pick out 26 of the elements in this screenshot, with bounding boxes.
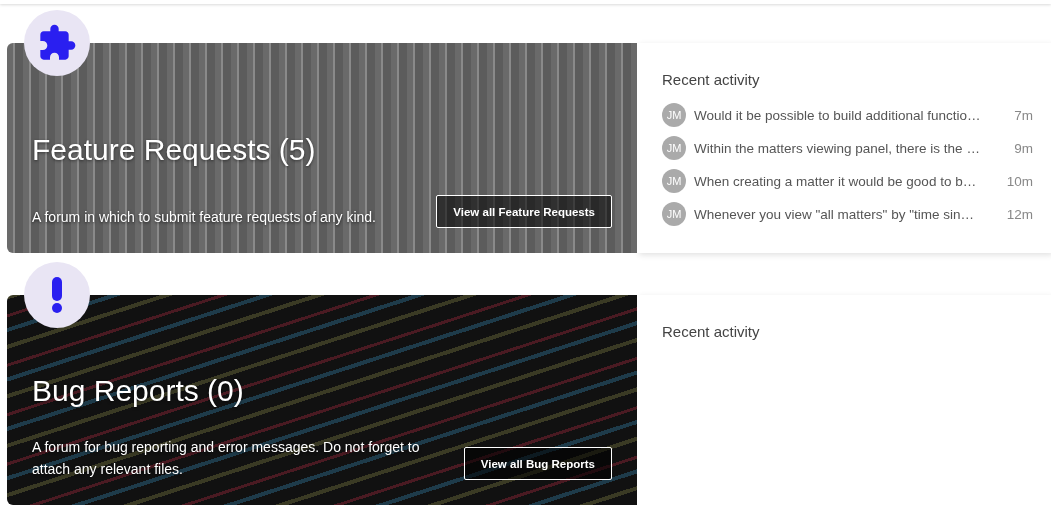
activity-time: 7m (1014, 107, 1033, 123)
activity-time: 9m (1014, 140, 1033, 156)
recent-activity-heading: Recent activity (662, 323, 761, 340)
avatar-initials: JM (662, 202, 686, 226)
forum-title: Feature Requests (5) (32, 132, 317, 168)
forum-title: Bug Reports (0) (32, 373, 245, 409)
avatar-initials: JM (662, 169, 686, 193)
exclamation-icon (50, 277, 64, 313)
activity-text: Within the matters viewing panel, there is the … (694, 140, 981, 156)
activity-text: Would it be possible to build additional functio… (694, 107, 982, 123)
recent-activity-heading: Recent activity (662, 71, 761, 88)
forum-description: A forum in which to submit feature requests of any kind. (32, 208, 376, 227)
view-all-button[interactable]: View all Feature Requests (436, 195, 612, 228)
view-all-button[interactable]: View all Bug Reports (463, 447, 612, 480)
activity-item[interactable]: JM When creating a matter it would be good to b… 10m (662, 169, 1033, 193)
forum-description: A forum for bug reporting and error messages. Do not forget to attach any relevant files. (32, 438, 421, 479)
puzzle-piece-icon (37, 23, 77, 63)
avatar-initials: JM (662, 136, 686, 160)
activity-text: Whenever you view "all matters" by "time sin… (694, 206, 975, 222)
activity-time: 12m (1006, 206, 1033, 222)
activity-text: When creating a matter it would be good to b… (694, 173, 978, 189)
activity-item[interactable]: JM Would it be possible to build additional functio… 7m (662, 103, 1033, 127)
avatar-initials: JM (662, 103, 686, 127)
activity-time: 10m (1006, 173, 1033, 189)
activity-item[interactable]: JM Within the matters viewing panel, there is the … 9m (662, 136, 1033, 160)
activity-item[interactable]: JM Whenever you view "all matters" by "time sin… 12m (662, 202, 1033, 226)
